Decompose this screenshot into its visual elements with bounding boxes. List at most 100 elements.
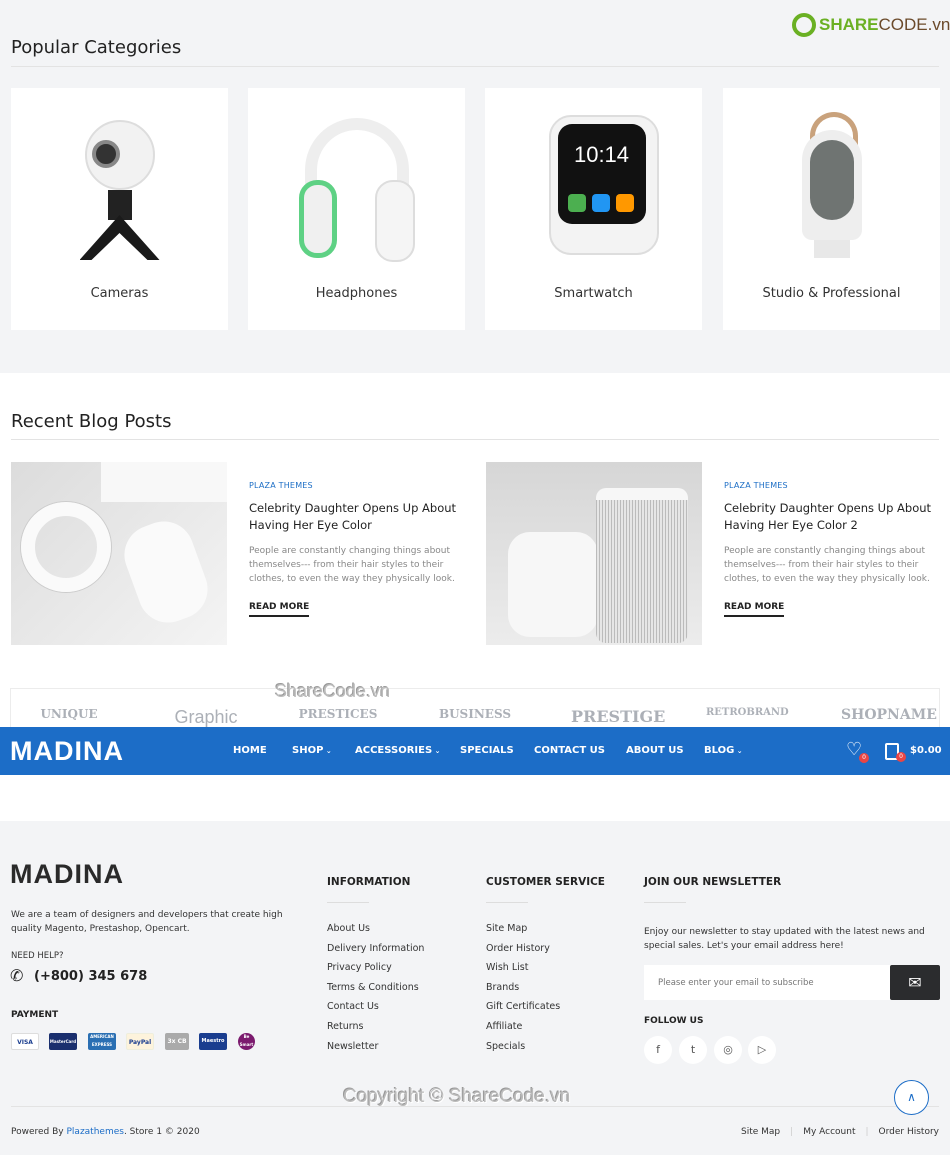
need-help-label: NEED HELP?	[11, 951, 64, 961]
instagram-icon[interactable]: ◎	[714, 1036, 742, 1064]
blog-excerpt: People are constantly changing things ab…	[249, 546, 455, 584]
site-logo[interactable]: MADINA	[10, 736, 124, 767]
cart-count-badge: 0	[896, 752, 906, 762]
watermark: ShareCode.vn	[275, 681, 391, 701]
footer-link[interactable]: Gift Certificates	[486, 1001, 636, 1021]
blog-title[interactable]: Celebrity Daughter Opens Up About Having…	[724, 500, 944, 534]
category-label: Studio & Professional	[762, 286, 901, 301]
category-card-smartwatch[interactable]: 10:14 Smartwatch	[485, 88, 702, 330]
blog-post-2: PLAZA THEMES Celebrity Daughter Opens Up…	[724, 481, 944, 617]
category-label: Headphones	[315, 286, 398, 301]
scroll-to-top-button[interactable]: ∧	[894, 1080, 929, 1115]
category-label: Cameras	[90, 286, 149, 301]
cart-total: $0.00	[910, 745, 942, 756]
footer-link[interactable]: Order History	[486, 943, 636, 963]
nav-shop[interactable]: SHOP ⌄	[292, 745, 332, 756]
cart-button[interactable]: 0 $0.00	[884, 740, 942, 764]
paypal-icon: PayPal	[126, 1033, 154, 1050]
powered-by: Powered By Plazathemes. Store 1 © 2020	[11, 1127, 200, 1137]
footer-about: We are a team of designers and developer…	[11, 910, 283, 934]
nav-home[interactable]: HOME	[233, 745, 267, 756]
footer-link[interactable]: Contact Us	[327, 1001, 477, 1021]
smartwatch-image: 10:14	[534, 110, 659, 270]
recent-blog-title: Recent Blog Posts	[11, 411, 172, 432]
nav-specials[interactable]: SPECIALS	[460, 745, 514, 756]
blog-category[interactable]: PLAZA THEMES	[249, 481, 469, 490]
wishlist-count-badge: 0	[859, 753, 869, 763]
footer-logo[interactable]: MADINA	[10, 859, 124, 890]
footer-link[interactable]: Site Map	[486, 923, 636, 943]
footer-link[interactable]: Privacy Policy	[327, 962, 477, 982]
chevron-down-icon: ⌄	[734, 747, 743, 755]
divider	[11, 1106, 939, 1107]
newsletter-title: JOIN OUR NEWSLETTER	[644, 876, 782, 888]
footer-link[interactable]: Brands	[486, 982, 636, 1002]
copyright-watermark: Copyright © ShareCode.vn	[343, 1086, 571, 1107]
wishlist-button[interactable]: ♡ 0	[846, 739, 869, 763]
footer-link[interactable]: Returns	[327, 1021, 477, 1041]
footer-link[interactable]: Terms & Conditions	[327, 982, 477, 1002]
category-card-studio[interactable]: Studio & Professional	[723, 88, 940, 330]
visa-icon: VISA	[11, 1033, 39, 1050]
footer-link[interactable]: About Us	[327, 923, 477, 943]
bottom-link-site-map[interactable]: Site Map	[741, 1127, 780, 1137]
sharecode-logo: SHARE CODE.vn	[792, 12, 950, 38]
facebook-icon[interactable]: f	[644, 1036, 672, 1064]
information-title: INFORMATION	[327, 876, 411, 888]
bottom-link-my-account[interactable]: My Account	[803, 1127, 855, 1137]
3xcb-icon: 3x CB	[165, 1033, 189, 1050]
youtube-icon[interactable]: ▷	[748, 1036, 776, 1064]
besmart-icon: Be Smart	[238, 1033, 255, 1050]
blog-image-2[interactable]	[486, 462, 702, 645]
camera-image	[60, 110, 180, 270]
chevron-down-icon: ⌄	[323, 747, 332, 755]
phone-icon: ✆	[10, 966, 24, 985]
footer-link[interactable]: Newsletter	[327, 1041, 477, 1061]
blog-post-1: PLAZA THEMES Celebrity Daughter Opens Up…	[249, 481, 469, 617]
footer-newsletter: JOIN OUR NEWSLETTER Enjoy our newsletter…	[644, 876, 940, 1000]
email-input[interactable]	[644, 965, 884, 1000]
footer-information: INFORMATION About Us Delivery Informatio…	[327, 876, 477, 1060]
newsletter-form: ✉	[644, 965, 940, 1000]
chevron-up-icon: ∧	[907, 1090, 916, 1104]
divider	[11, 439, 939, 440]
subscribe-button[interactable]: ✉	[890, 965, 940, 1000]
blog-excerpt: People are constantly changing things ab…	[724, 546, 930, 584]
sharecode-logo-icon	[792, 13, 816, 37]
category-label: Smartwatch	[554, 286, 633, 301]
mastercard-icon: MasterCard	[49, 1033, 77, 1050]
customer-service-title: CUSTOMER SERVICE	[486, 876, 605, 888]
nav-accessories[interactable]: ACCESSORIES ⌄	[355, 745, 440, 756]
blog-image-1[interactable]	[11, 462, 227, 645]
maestro-icon: Maestro	[199, 1033, 227, 1050]
nav-contact-us[interactable]: CONTACT US	[534, 745, 605, 756]
popular-categories-title: Popular Categories	[11, 37, 182, 58]
speaker-image	[772, 110, 892, 270]
phone-number[interactable]: (+800) 345 678	[34, 969, 147, 984]
category-card-cameras[interactable]: Cameras	[11, 88, 228, 330]
envelope-icon: ✉	[908, 973, 922, 992]
footer-link[interactable]: Wish List	[486, 962, 636, 982]
payment-label: PAYMENT	[11, 1010, 59, 1020]
bottom-links: Site Map | My Account | Order History	[741, 1127, 939, 1137]
chevron-down-icon: ⌄	[432, 747, 441, 755]
follow-us-label: FOLLOW US	[644, 1016, 704, 1026]
read-more-link[interactable]: READ MORE	[249, 602, 310, 617]
twitter-icon[interactable]: t	[679, 1036, 707, 1064]
bottom-link-order-history[interactable]: Order History	[879, 1127, 939, 1137]
footer-link[interactable]: Delivery Information	[327, 943, 477, 963]
nav-blog[interactable]: BLOG ⌄	[704, 745, 743, 756]
blog-title[interactable]: Celebrity Daughter Opens Up About Having…	[249, 500, 469, 534]
headphones-image	[297, 110, 417, 270]
nav-about-us[interactable]: ABOUT US	[626, 745, 684, 756]
amex-icon: AMERICAN EXPRESS	[88, 1033, 116, 1050]
footer-customer-service: CUSTOMER SERVICE Site Map Order History …	[486, 876, 636, 1060]
newsletter-text: Enjoy our newsletter to stay updated wit…	[644, 927, 925, 951]
plazathemes-link[interactable]: Plazathemes	[67, 1127, 124, 1137]
sticky-header: MADINA HOME SHOP ⌄ ACCESSORIES ⌄ SPECIAL…	[0, 727, 950, 775]
footer-link[interactable]: Specials	[486, 1041, 636, 1061]
read-more-link[interactable]: READ MORE	[724, 602, 785, 617]
category-card-headphones[interactable]: Headphones	[248, 88, 465, 330]
blog-category[interactable]: PLAZA THEMES	[724, 481, 944, 490]
footer-link[interactable]: Affiliate	[486, 1021, 636, 1041]
